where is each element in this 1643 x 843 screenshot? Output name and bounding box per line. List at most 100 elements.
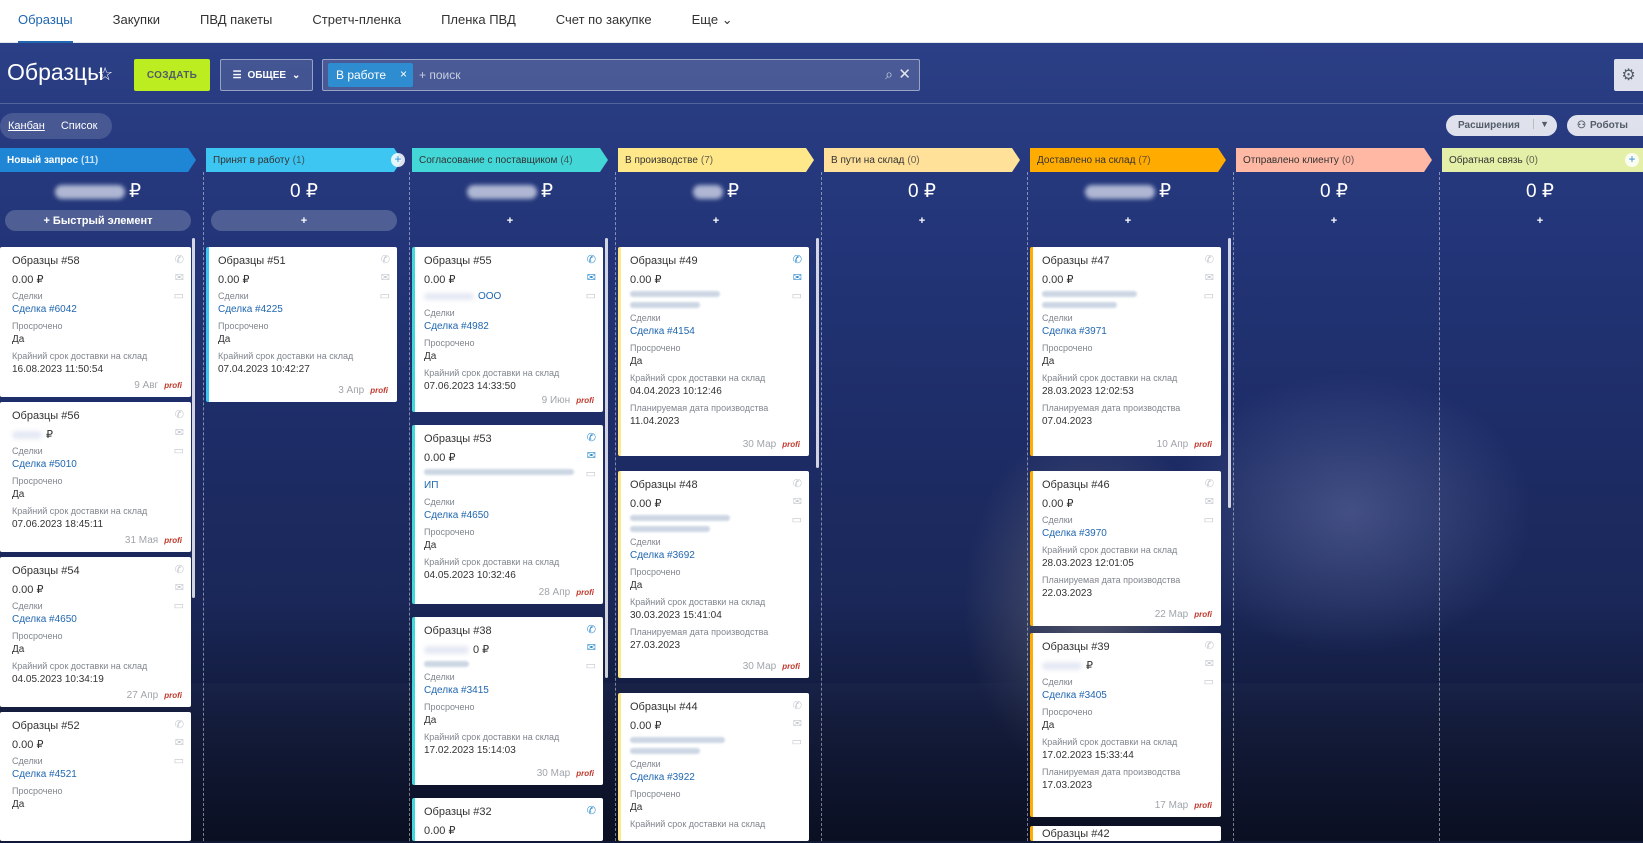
tab-pvd-bags[interactable]: ПВД пакеты xyxy=(200,0,272,43)
deal-link[interactable]: Сделка #3415 xyxy=(424,685,594,696)
extensions-button[interactable]: Расширения ▼ xyxy=(1446,115,1557,136)
chat-icon[interactable]: ▭ xyxy=(174,289,184,302)
close-icon[interactable]: × xyxy=(400,67,407,81)
phone-icon[interactable]: ✆ xyxy=(793,699,802,712)
phone-icon[interactable]: ✆ xyxy=(175,253,184,266)
deal-link[interactable]: Сделка #3971 xyxy=(1042,326,1212,337)
search-input[interactable] xyxy=(413,64,853,86)
add-item-button[interactable]: + xyxy=(1241,210,1427,231)
deal-link[interactable]: Сделка #3405 xyxy=(1042,690,1212,701)
kanban-card[interactable]: Образцы #38 ✆ ✉ ▭ 0 ₽ Сделки Сделка #341… xyxy=(412,617,603,785)
chat-icon[interactable]: ▭ xyxy=(586,289,596,302)
chat-icon[interactable]: ▭ xyxy=(1204,513,1214,526)
tab-stretch-film[interactable]: Стретч-пленка xyxy=(312,0,401,43)
card-title[interactable]: Образцы #51 xyxy=(218,255,388,267)
kanban-card[interactable]: Образцы #47 ✆ ✉ ▭ 0.00 ₽ Сделки Сделка #… xyxy=(1030,247,1221,456)
deal-link[interactable]: Сделка #4521 xyxy=(12,769,182,780)
mail-icon[interactable]: ✉ xyxy=(175,581,184,594)
deal-link[interactable]: Сделка #4225 xyxy=(218,304,388,315)
kanban-card[interactable]: Образцы #58 ✆ ✉ ▭ 0.00 ₽ Сделки Сделка #… xyxy=(0,247,191,397)
chat-icon[interactable]: ▭ xyxy=(792,735,802,748)
card-title[interactable]: Образцы #53 xyxy=(424,433,594,445)
deal-link[interactable]: Сделка #3692 xyxy=(630,550,800,561)
card-title[interactable]: Образцы #38 xyxy=(424,625,594,637)
tab-purchase-invoice[interactable]: Счет по закупке xyxy=(556,0,652,43)
deal-link[interactable]: Сделка #5010 xyxy=(12,459,182,470)
phone-icon[interactable]: ✆ xyxy=(793,253,802,266)
tab-purchases[interactable]: Закупки xyxy=(113,0,160,43)
deal-link[interactable]: Сделка #4650 xyxy=(12,614,182,625)
mail-icon[interactable]: ✉ xyxy=(175,736,184,749)
chat-icon[interactable]: ▭ xyxy=(586,659,596,672)
kanban-card[interactable]: Образцы #49 ✆ ✉ ▭ 0.00 ₽ Сделки Сделка #… xyxy=(618,247,809,456)
view-list[interactable]: Список xyxy=(61,120,98,132)
chat-icon[interactable]: ▭ xyxy=(586,467,596,480)
kanban-card[interactable]: Образцы #32 ✆ 0.00 ₽ xyxy=(412,798,603,841)
column-header[interactable]: Новый запрос (11) xyxy=(0,148,196,172)
star-icon[interactable]: ☆ xyxy=(97,64,113,85)
phone-icon[interactable]: ✆ xyxy=(587,253,596,266)
chat-icon[interactable]: ▭ xyxy=(792,289,802,302)
chat-icon[interactable]: ▭ xyxy=(174,444,184,457)
column-header[interactable]: В производстве (7) xyxy=(618,148,814,172)
column-header[interactable]: Согласование с поставщиком (4) xyxy=(412,148,608,172)
mail-icon[interactable]: ✉ xyxy=(587,449,596,462)
card-title[interactable]: Образцы #52 xyxy=(12,720,182,732)
kanban-card[interactable]: Образцы #53 ✆ ✉ ▭ 0.00 ₽ ИП Сделки Сделк… xyxy=(412,425,603,604)
phone-icon[interactable]: ✆ xyxy=(793,477,802,490)
deal-link[interactable]: Сделка #3970 xyxy=(1042,528,1212,539)
column-header[interactable]: Обратная связь (0) xyxy=(1442,148,1643,172)
mail-icon[interactable]: ✉ xyxy=(1205,657,1214,670)
chat-icon[interactable]: ▭ xyxy=(1204,289,1214,302)
chat-icon[interactable]: ▭ xyxy=(792,513,802,526)
search-icon[interactable]: ⌕ xyxy=(885,66,893,83)
add-item-button[interactable]: + xyxy=(417,210,603,231)
chat-icon[interactable]: ▭ xyxy=(174,599,184,612)
scrollbar[interactable] xyxy=(605,238,608,678)
chat-icon[interactable]: ▭ xyxy=(1204,675,1214,688)
tab-samples[interactable]: Образцы xyxy=(18,0,73,43)
phone-icon[interactable]: ✆ xyxy=(1205,639,1214,652)
card-title[interactable]: Образцы #55 xyxy=(424,255,594,267)
tab-more[interactable]: Еще ⌄ xyxy=(692,0,733,43)
scrollbar[interactable] xyxy=(192,238,195,598)
kanban-card[interactable]: Образцы #46 ✆ ✉ ▭ 0.00 ₽ Сделки Сделка #… xyxy=(1030,471,1221,626)
kanban-card[interactable]: Образцы #56 ✆ ✉ ▭ ₽ Сделки Сделка #5010 … xyxy=(0,402,191,552)
view-kanban[interactable]: Канбан xyxy=(8,120,45,132)
mail-icon[interactable]: ✉ xyxy=(587,641,596,654)
mail-icon[interactable]: ✉ xyxy=(793,495,802,508)
phone-icon[interactable]: ✆ xyxy=(1205,477,1214,490)
mail-icon[interactable]: ✉ xyxy=(587,271,596,284)
scrollbar[interactable] xyxy=(1228,238,1231,508)
column-header[interactable]: В пути на склад (0) xyxy=(824,148,1020,172)
card-title[interactable]: Образцы #32 xyxy=(424,806,594,818)
phone-icon[interactable]: ✆ xyxy=(587,623,596,636)
column-header[interactable]: Отправлено клиенту (0) xyxy=(1236,148,1432,172)
deal-link[interactable]: Сделка #4982 xyxy=(424,321,594,332)
kanban-card[interactable]: Образцы #54 ✆ ✉ ▭ 0.00 ₽ Сделки Сделка #… xyxy=(0,557,191,707)
kanban-card[interactable]: Образцы #51 ✆ ✉ ▭ 0.00 ₽ Сделки Сделка #… xyxy=(206,247,397,402)
gear-icon[interactable]: ⚙ xyxy=(1614,59,1643,91)
deal-link[interactable]: Сделка #3922 xyxy=(630,772,800,783)
mail-icon[interactable]: ✉ xyxy=(175,426,184,439)
add-column-icon[interactable]: + xyxy=(1625,153,1639,167)
card-title[interactable]: Образцы #48 xyxy=(630,479,800,491)
mail-icon[interactable]: ✉ xyxy=(793,271,802,284)
phone-icon[interactable]: ✆ xyxy=(175,718,184,731)
card-title[interactable]: Образцы #47 xyxy=(1042,255,1212,267)
robots-button[interactable]: ⚇ Роботы xyxy=(1567,115,1643,136)
mail-icon[interactable]: ✉ xyxy=(793,717,802,730)
phone-icon[interactable]: ✆ xyxy=(587,431,596,444)
card-title[interactable]: Образцы #56 xyxy=(12,410,182,422)
company-link[interactable]: ИП xyxy=(424,480,594,491)
filter-tag[interactable]: В работе × xyxy=(328,63,413,87)
deal-link[interactable]: Сделка #6042 xyxy=(12,304,182,315)
chat-icon[interactable]: ▭ xyxy=(174,754,184,767)
deal-link[interactable]: Сделка #4650 xyxy=(424,510,594,521)
phone-icon[interactable]: ✆ xyxy=(175,408,184,421)
card-title[interactable]: Образцы #42 xyxy=(1042,828,1212,840)
mail-icon[interactable]: ✉ xyxy=(175,271,184,284)
add-item-button[interactable]: + xyxy=(829,210,1015,231)
kanban-card[interactable]: Образцы #48 ✆ ✉ ▭ 0.00 ₽ Сделки Сделка #… xyxy=(618,471,809,678)
add-item-button[interactable]: + xyxy=(623,210,809,231)
